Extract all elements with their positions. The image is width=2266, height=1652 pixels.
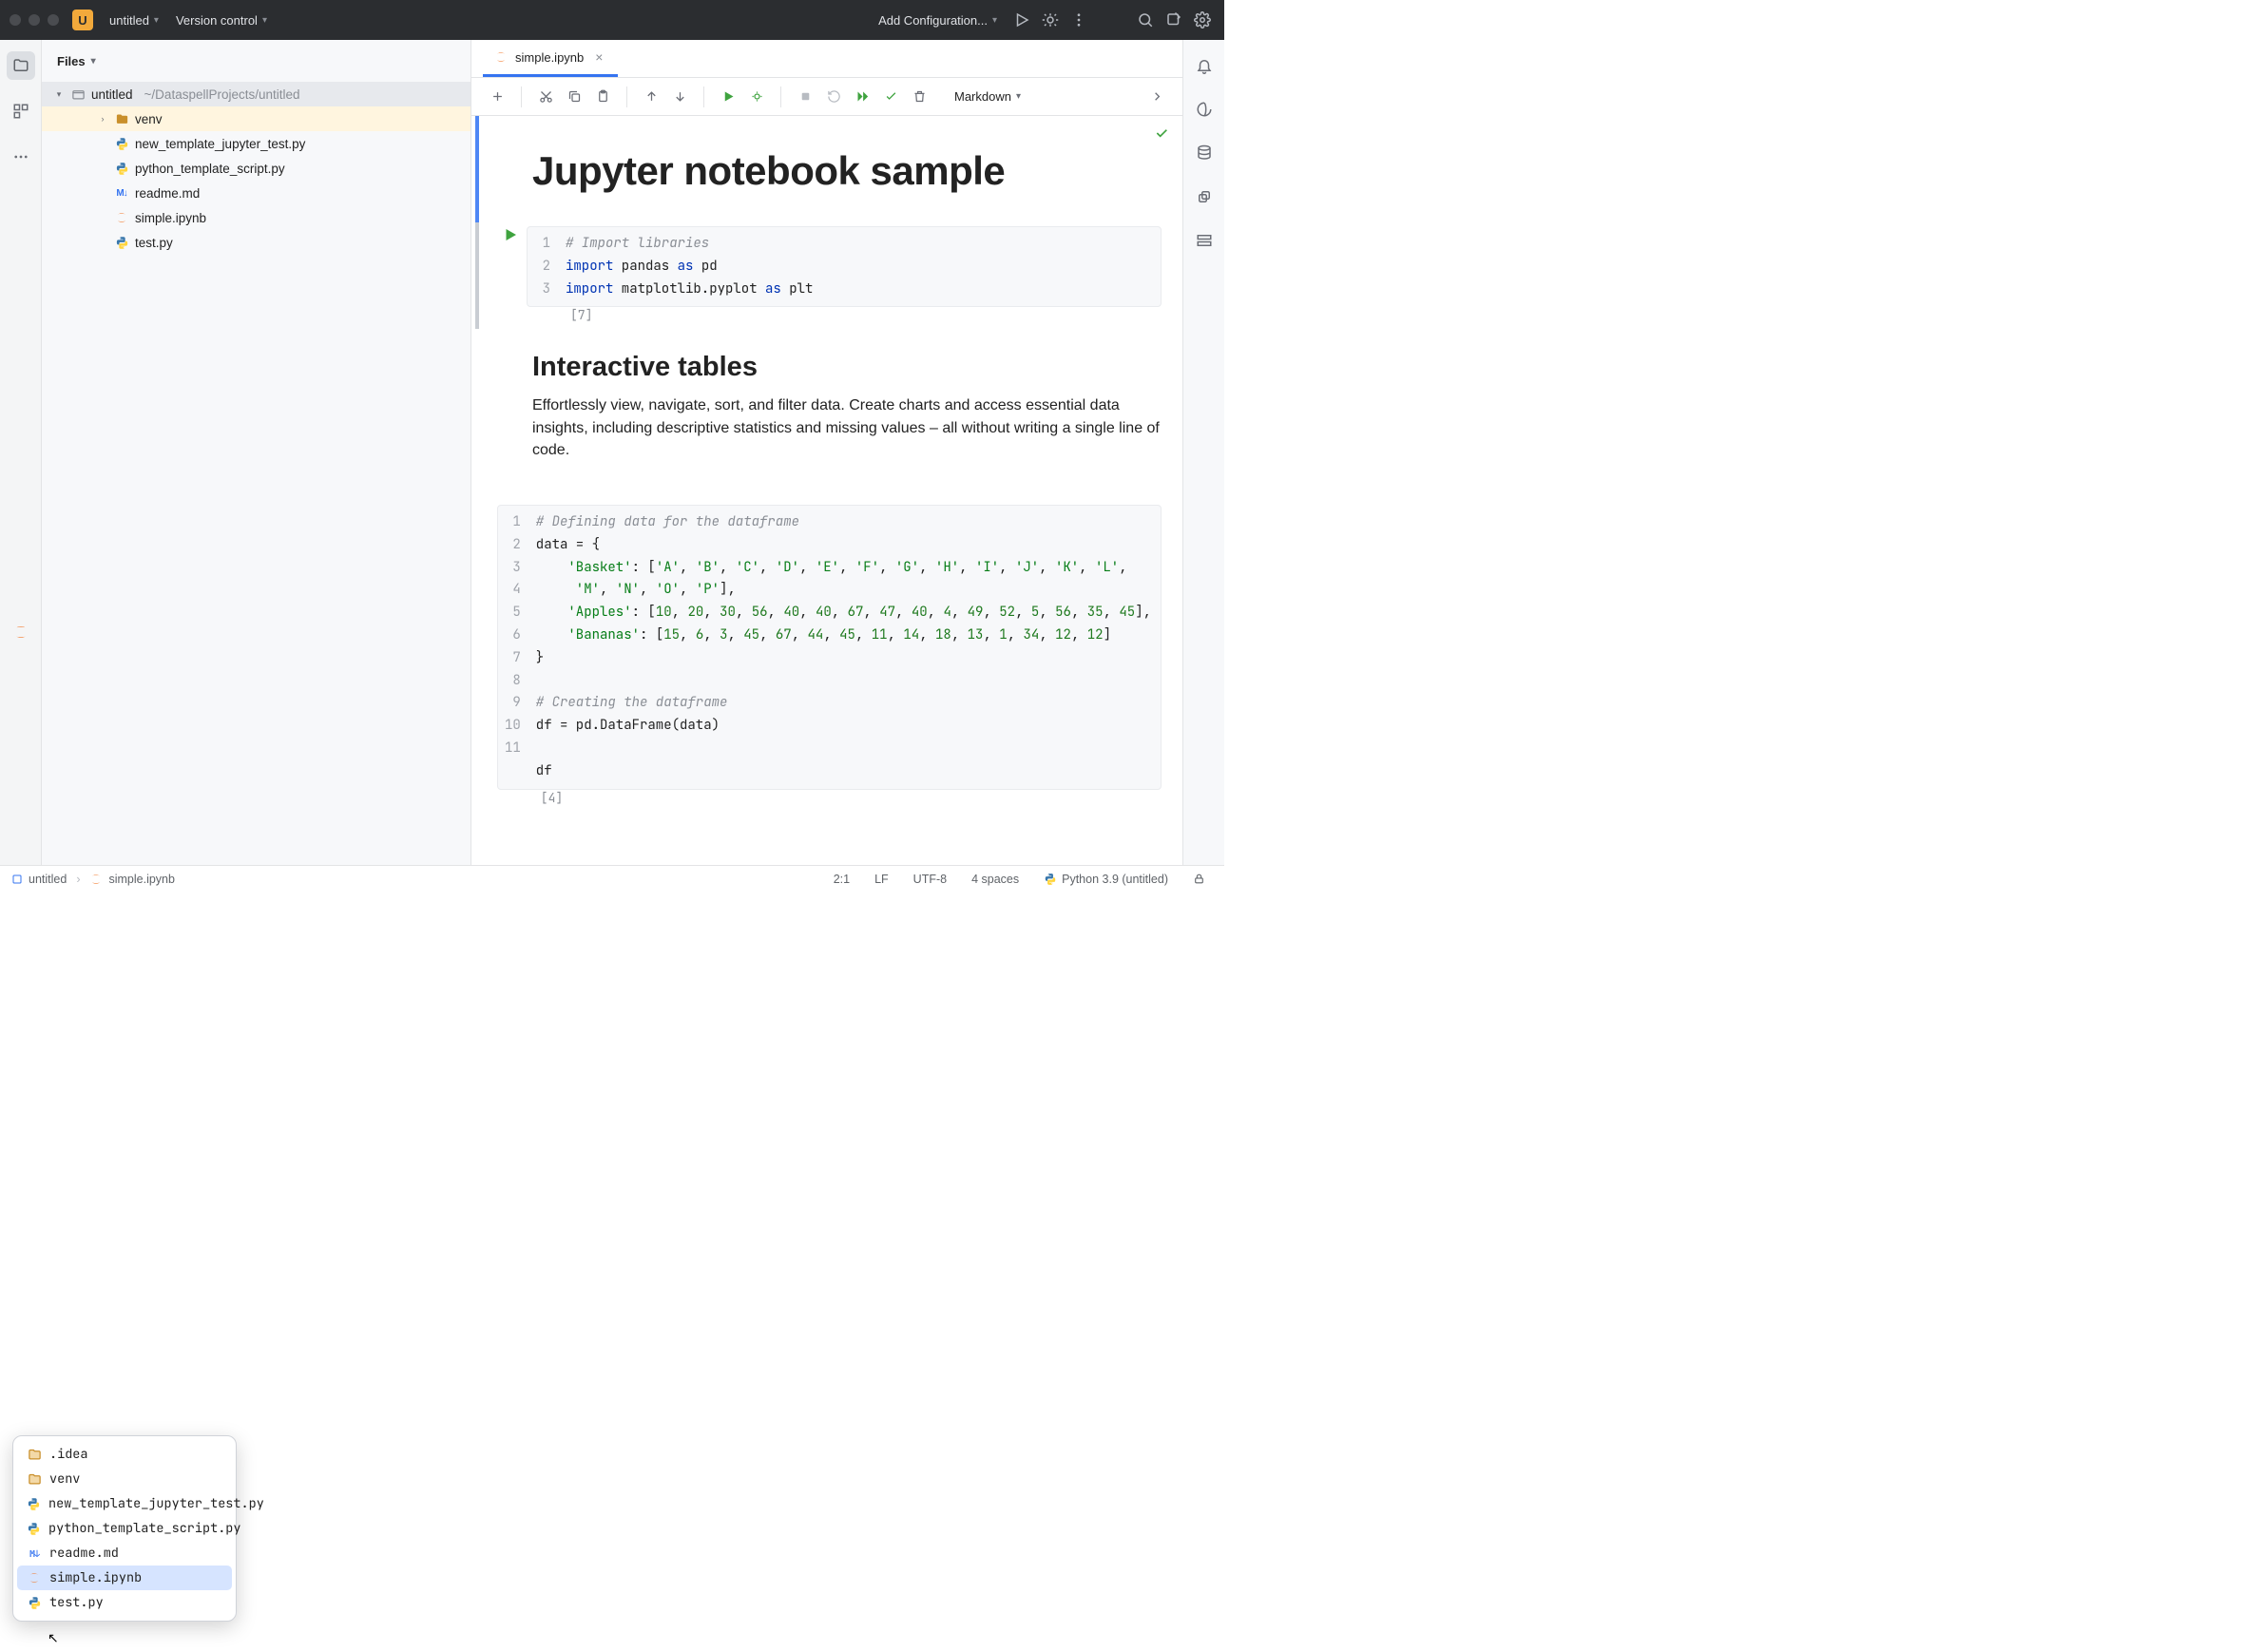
jupyter-icon — [89, 873, 103, 886]
section-title: Interactive tables — [532, 352, 1162, 383]
more-tool-icon[interactable] — [7, 143, 35, 171]
breadcrumb-sep: › — [76, 873, 80, 886]
jupyter-icon — [494, 50, 508, 64]
popup-item[interactable]: venv — [17, 1467, 232, 1491]
min-dot[interactable] — [29, 14, 40, 26]
project-sidebar: Files▾ ▾ untitled ~/DataspellProjects/un… — [42, 40, 471, 865]
interpreter[interactable]: Python 3.9 (untitled) — [1036, 873, 1176, 886]
breadcrumb-popup[interactable]: .ideavenvnew_template_jupyter_test.pypyt… — [12, 1435, 237, 1622]
cell-type-dropdown[interactable]: Markdown▾ — [947, 86, 1028, 107]
stop-icon[interactable] — [793, 85, 817, 109]
file-tree: ▾ untitled ~/DataspellProjects/untitled … — [42, 82, 470, 865]
tree-root-path: ~/DataspellProjects/untitled — [144, 87, 300, 102]
titlebar: U untitled▾ Version control▾ Add Configu… — [0, 0, 1224, 40]
project-badge: U — [72, 10, 93, 30]
more-icon[interactable] — [1066, 8, 1091, 32]
code-cell-1[interactable]: 1 2 3 # Import libraries import pandas a… — [471, 222, 1182, 329]
close-dot[interactable] — [10, 14, 21, 26]
search-icon[interactable] — [1133, 8, 1158, 32]
debug-icon[interactable] — [1038, 8, 1063, 32]
ai-assist-icon[interactable] — [1192, 97, 1217, 122]
layout-icon[interactable] — [1192, 228, 1217, 253]
tree-item[interactable]: new_template_jupyter_test.py — [42, 131, 470, 156]
run-icon[interactable] — [1009, 8, 1034, 32]
run-config-chooser[interactable]: Add Configuration...▾ — [870, 9, 1006, 32]
popup-item[interactable]: new_template_jupyter_test.py — [17, 1491, 232, 1516]
breadcrumb-root[interactable]: untitled — [11, 873, 67, 886]
caret-pos[interactable]: 2:1 — [826, 873, 857, 886]
notebook-toolbar: Markdown▾ — [471, 78, 1182, 116]
cursor-icon: ↖ — [48, 1630, 59, 1646]
add-cell-icon[interactable] — [485, 85, 509, 109]
vcs-menu[interactable]: Version control▾ — [167, 9, 276, 32]
popup-item[interactable]: simple.ipynb — [17, 1566, 232, 1590]
run-cell-icon[interactable] — [716, 85, 740, 109]
editor-tabs: simple.ipynb × — [471, 40, 1182, 78]
sidebar-header[interactable]: Files▾ — [42, 40, 470, 82]
max-dot[interactable] — [48, 14, 59, 26]
run-cell-gutter-icon[interactable] — [502, 226, 519, 243]
tree-item[interactable]: ›venv — [42, 106, 470, 131]
popup-item[interactable]: python_template_script.py — [17, 1516, 232, 1541]
encoding[interactable]: UTF-8 — [906, 873, 954, 886]
status-bar: untitled › simple.ipynb 2:1 LF UTF-8 4 s… — [0, 865, 1224, 892]
plugins-icon[interactable] — [1192, 184, 1217, 209]
clear-outputs-icon[interactable] — [878, 85, 903, 109]
window-controls[interactable] — [10, 14, 59, 26]
markdown-cell-2[interactable]: Interactive tables Effortlessly view, na… — [471, 329, 1182, 472]
move-down-icon[interactable] — [667, 85, 692, 109]
section-body: Effortlessly view, navigate, sort, and f… — [532, 394, 1162, 461]
project-tool-icon[interactable] — [7, 51, 35, 80]
exec-count-2: [4] — [535, 790, 1182, 812]
move-up-icon[interactable] — [639, 85, 663, 109]
popup-item[interactable]: M↓readme.md — [17, 1541, 232, 1566]
tree-root-name: untitled — [91, 87, 133, 102]
tab-label: simple.ipynb — [515, 50, 584, 65]
toolbar-chevron-icon[interactable] — [1144, 85, 1169, 109]
jupyter-tool-icon[interactable] — [7, 618, 35, 646]
copy-icon[interactable] — [562, 85, 586, 109]
tree-item[interactable]: python_template_script.py — [42, 156, 470, 181]
project-chooser[interactable]: untitled▾ — [101, 9, 167, 32]
breadcrumb-file[interactable]: simple.ipynb — [89, 873, 174, 886]
database-icon[interactable] — [1192, 141, 1217, 165]
editor-area: simple.ipynb × — [471, 40, 1182, 865]
tab-close-icon[interactable]: × — [591, 49, 606, 65]
popup-item[interactable]: test.py — [17, 1590, 232, 1615]
indent[interactable]: 4 spaces — [964, 873, 1027, 886]
tree-root[interactable]: ▾ untitled ~/DataspellProjects/untitled — [42, 82, 470, 106]
tree-item[interactable]: simple.ipynb — [42, 205, 470, 230]
eol[interactable]: LF — [867, 873, 896, 886]
markdown-cell-1[interactable]: Jupyter notebook sample — [471, 116, 1182, 222]
code-cell-2[interactable]: 1 2 3 4 5 6 7 8 9 10 11 # Defining data … — [471, 501, 1182, 812]
left-rail — [0, 40, 42, 865]
notifications-icon[interactable] — [1192, 53, 1217, 78]
edit-config-icon[interactable] — [1162, 8, 1186, 32]
structure-tool-icon[interactable] — [7, 97, 35, 125]
popup-item[interactable]: .idea — [17, 1442, 232, 1467]
tab-simple-ipynb[interactable]: simple.ipynb × — [483, 40, 618, 77]
run-all-icon[interactable] — [850, 85, 874, 109]
cut-icon[interactable] — [533, 85, 558, 109]
right-rail — [1182, 40, 1224, 865]
delete-cell-icon[interactable] — [907, 85, 931, 109]
nb-title: Jupyter notebook sample — [532, 148, 1162, 194]
settings-icon[interactable] — [1190, 8, 1215, 32]
debug-cell-icon[interactable] — [744, 85, 769, 109]
tree-item[interactable]: M↓readme.md — [42, 181, 470, 205]
notebook-body[interactable]: Jupyter notebook sample 1 2 3 # Import l… — [471, 116, 1182, 865]
exec-count-1: [7] — [565, 307, 1182, 329]
restart-icon[interactable] — [821, 85, 846, 109]
lock-icon[interactable] — [1185, 873, 1213, 885]
paste-icon[interactable] — [590, 85, 615, 109]
tree-item[interactable]: test.py — [42, 230, 470, 255]
